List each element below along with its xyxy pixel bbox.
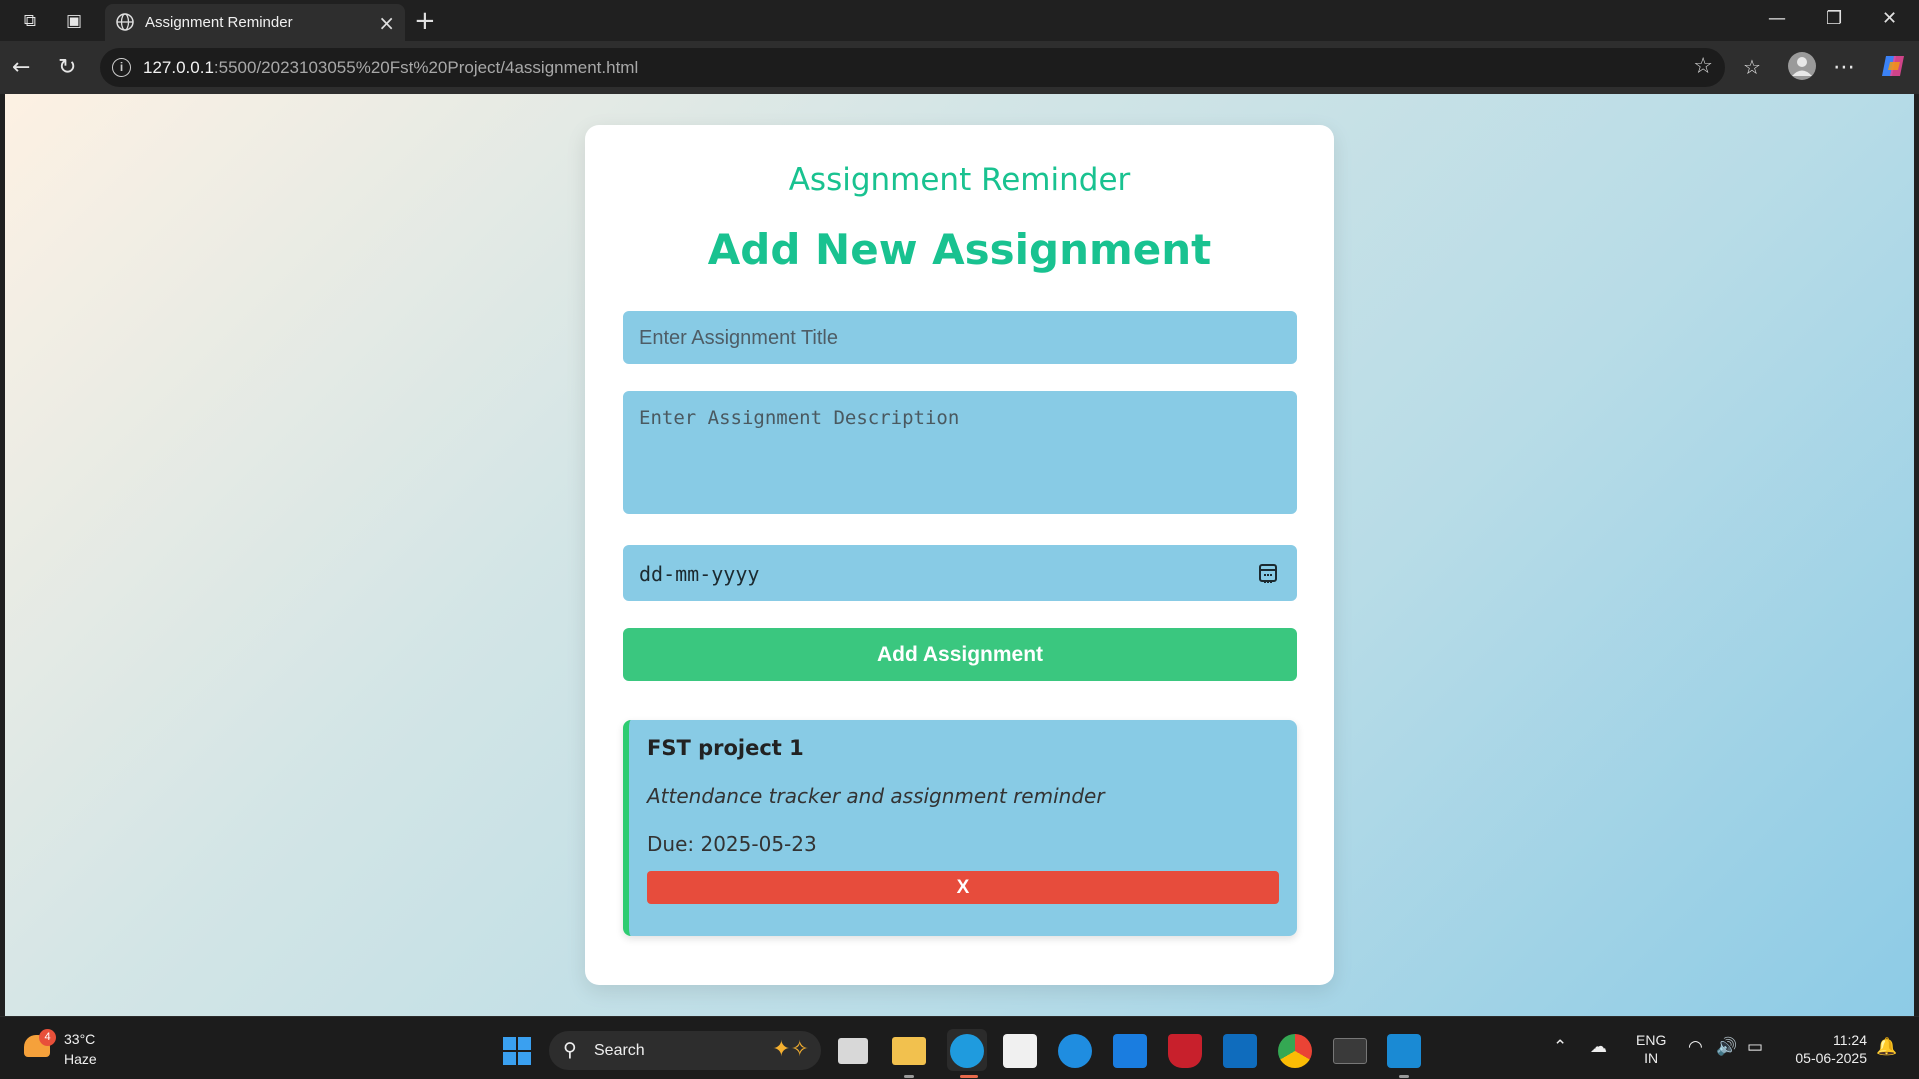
volume-icon[interactable]: 🔊 [1716, 1037, 1737, 1057]
assignment-card: Assignment Reminder Add New Assignment E… [585, 125, 1334, 985]
myhp-icon[interactable] [1113, 1034, 1147, 1068]
window-close-icon[interactable]: ✕ [1882, 8, 1897, 29]
file-explorer-icon[interactable] [892, 1037, 926, 1065]
running-indicator [904, 1075, 914, 1078]
close-tab-icon[interactable]: × [378, 11, 395, 35]
site-info-icon[interactable]: i [112, 58, 131, 77]
search-icon: ⚲ [563, 1039, 577, 1061]
profile-icon[interactable] [1787, 51, 1817, 87]
title-placeholder: Enter Assignment Title [639, 327, 838, 349]
new-tab-icon[interactable]: + [414, 6, 436, 36]
running-indicator [1399, 1075, 1409, 1078]
assignment-description-textarea[interactable]: Enter Assignment Description [623, 391, 1297, 514]
page-heading: Add New Assignment [707, 225, 1212, 274]
restore-icon[interactable]: ❐ [1826, 8, 1842, 29]
help-icon[interactable] [1058, 1034, 1092, 1068]
weather-condition[interactable]: Haze [64, 1051, 97, 1067]
search-label: Search [594, 1042, 645, 1059]
tab-assignment-reminder[interactable]: Assignment Reminder × [105, 4, 405, 41]
tab-title: Assignment Reminder [145, 14, 293, 31]
refresh-icon[interactable]: ↻ [58, 55, 76, 80]
date-placeholder: dd-mm-yyyy [639, 562, 760, 586]
tab-actions-icon[interactable]: ▣ [63, 10, 85, 32]
assignment-item-due: Due: 2025-05-23 [647, 832, 817, 856]
notifications-icon[interactable]: 🔔 [1876, 1037, 1897, 1057]
sparkle-icon: ✦✧ [772, 1037, 809, 1062]
microsoft-store-icon[interactable] [1003, 1034, 1037, 1068]
weather-temperature[interactable]: 33°C [64, 1031, 95, 1047]
outlook-icon[interactable] [1223, 1034, 1257, 1068]
taskbar-search[interactable]: ⚲ Search ✦✧ [549, 1031, 821, 1070]
description-placeholder: Enter Assignment Description [639, 407, 960, 429]
assignment-title-input[interactable]: Enter Assignment Title [623, 311, 1297, 364]
mcafee-icon[interactable] [1168, 1034, 1202, 1068]
more-options-icon[interactable]: ⋯ [1833, 55, 1855, 80]
minimize-icon[interactable]: — [1768, 8, 1786, 29]
terminal-icon[interactable] [1333, 1038, 1367, 1064]
due-date-input[interactable]: dd-mm-yyyy [623, 545, 1297, 601]
workspaces-icon[interactable]: ⧉ [19, 10, 41, 32]
clock[interactable]: 11:24 05-06-2025 [1787, 1031, 1867, 1067]
vscode-icon[interactable] [1387, 1034, 1421, 1068]
chrome-icon[interactable] [1278, 1034, 1312, 1068]
edge-icon[interactable] [950, 1034, 984, 1068]
delete-assignment-button[interactable]: X [647, 871, 1279, 904]
browser-navbar: ← ↻ i 127.0.0.1:5500/2023103055%20Fst%20… [0, 41, 1919, 94]
chevron-up-icon[interactable]: ⌃ [1553, 1037, 1567, 1057]
start-icon[interactable] [503, 1037, 531, 1065]
globe-icon [116, 13, 134, 31]
url-text: 127.0.0.1:5500/2023103055%20Fst%20Projec… [143, 58, 639, 77]
app-title: Assignment Reminder [788, 162, 1131, 198]
onedrive-icon[interactable]: ☁ [1590, 1037, 1607, 1057]
browser-titlebar: ⧉ ▣ Assignment Reminder × + — ❐ ✕ [0, 0, 1919, 41]
copilot-icon[interactable] [1880, 52, 1908, 86]
battery-icon[interactable]: ▭ [1747, 1037, 1763, 1057]
back-icon[interactable]: ← [12, 55, 30, 80]
active-indicator [960, 1075, 978, 1078]
assignment-item: FST project 1 Attendance tracker and ass… [623, 720, 1297, 936]
assignment-item-description: Attendance tracker and assignment remind… [647, 784, 1105, 808]
address-bar[interactable]: i 127.0.0.1:5500/2023103055%20Fst%20Proj… [100, 48, 1725, 87]
language-indicator[interactable]: ENG IN [1636, 1031, 1666, 1067]
wifi-icon[interactable]: ◠ [1688, 1037, 1703, 1057]
page-viewport: Assignment Reminder Add New Assignment E… [5, 94, 1914, 1016]
task-view-icon[interactable] [838, 1038, 868, 1064]
add-assignment-button[interactable]: Add Assignment [623, 628, 1297, 681]
assignment-item-title: FST project 1 [647, 736, 804, 760]
taskbar: 4 33°C Haze ⚲ Search ✦✧ ⌃ ☁ ENG IN ◠ 🔊 ▭… [0, 1016, 1919, 1079]
weather-badge: 4 [39, 1029, 56, 1046]
favorite-star-icon[interactable]: ☆ [1693, 54, 1713, 79]
favorites-icon[interactable]: ☆ [1743, 55, 1761, 79]
calendar-icon[interactable] [1259, 564, 1277, 583]
